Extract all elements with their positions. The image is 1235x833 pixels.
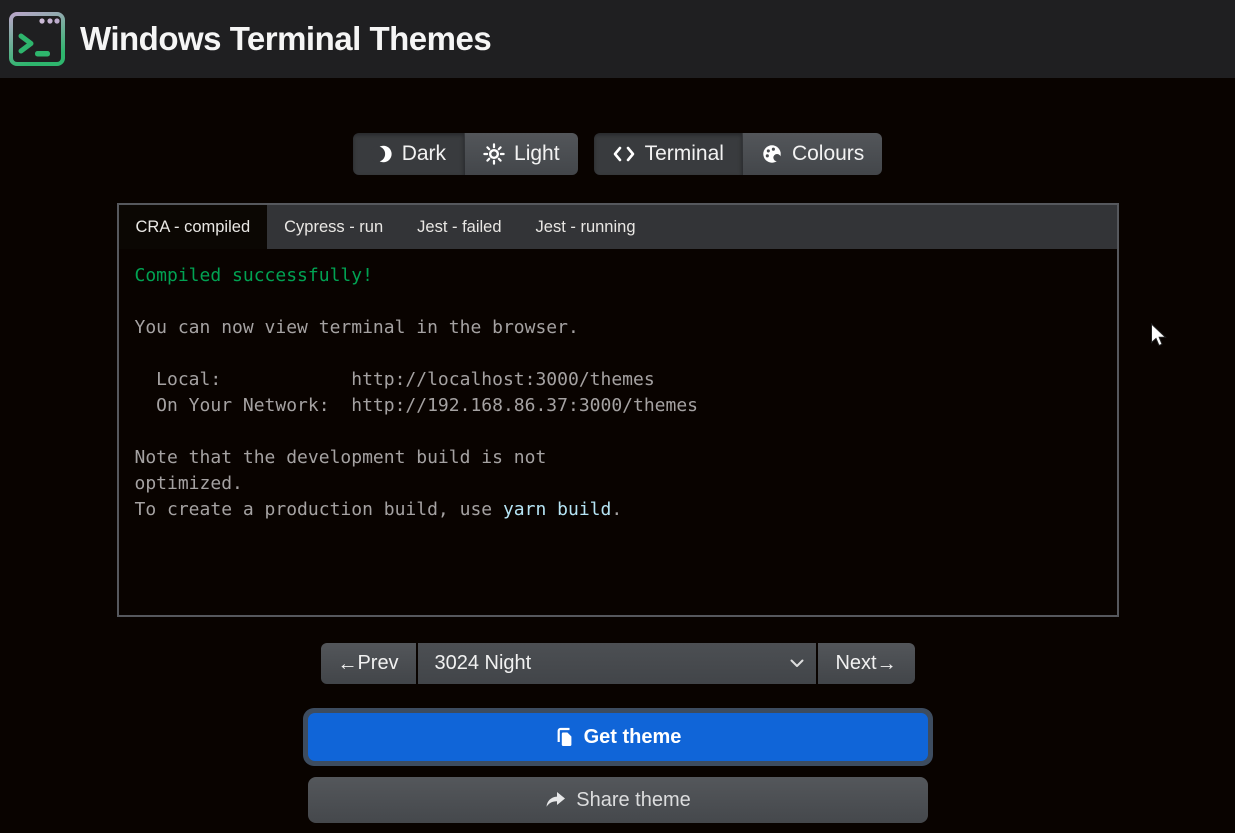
- moon-icon: [371, 143, 393, 165]
- tab-cra-compiled[interactable]: CRA - compiled: [119, 205, 268, 249]
- terminal-output: Compiled successfully! You can now view …: [119, 249, 1117, 615]
- prev-theme-button[interactable]: ←Prev: [321, 643, 416, 684]
- page-title: Windows Terminal Themes: [80, 20, 491, 58]
- code-brackets-icon: [612, 144, 636, 164]
- terminal-line: [135, 419, 1101, 445]
- arrow-right-icon: →: [877, 654, 897, 674]
- sun-icon: [483, 143, 505, 165]
- light-mode-label: Light: [514, 142, 560, 166]
- app-header: Windows Terminal Themes: [0, 0, 1235, 78]
- copy-icon: [554, 726, 574, 748]
- palette-icon: [761, 143, 783, 165]
- terminal-line: Local: http://localhost:3000/themes: [135, 367, 1101, 393]
- colours-view-label: Colours: [792, 142, 864, 166]
- theme-select-value: 3024 Night: [435, 652, 790, 675]
- tab-cypress-run[interactable]: Cypress - run: [267, 205, 400, 249]
- light-mode-button[interactable]: Light: [464, 133, 578, 175]
- terminal-line: [135, 289, 1101, 315]
- terminal-view-label: Terminal: [645, 142, 724, 166]
- next-theme-label: Next: [835, 652, 876, 675]
- tab-jest-running[interactable]: Jest - running: [519, 205, 653, 249]
- view-toggle-group: Terminal Colours: [594, 133, 883, 175]
- share-icon: [544, 790, 566, 810]
- get-theme-button[interactable]: Get theme: [308, 713, 928, 761]
- get-theme-label: Get theme: [584, 726, 682, 749]
- mouse-cursor: [1150, 323, 1168, 349]
- tab-jest-failed[interactable]: Jest - failed: [400, 205, 518, 249]
- terminal-tabs: CRA - compiledCypress - runJest - failed…: [119, 205, 1117, 249]
- theme-select[interactable]: 3024 Night: [418, 643, 816, 684]
- terminal-line: Note that the development build is not: [135, 445, 1101, 471]
- terminal-app-icon: [8, 11, 66, 67]
- share-theme-label: Share theme: [576, 789, 691, 812]
- terminal-line: [135, 341, 1101, 367]
- terminal-view-button[interactable]: Terminal: [594, 133, 742, 175]
- arrow-left-icon: ←: [337, 654, 357, 674]
- share-theme-button[interactable]: Share theme: [308, 777, 928, 823]
- mode-toggle-group: Dark Light: [353, 133, 578, 175]
- dark-mode-label: Dark: [402, 142, 446, 166]
- theme-controls: ←Prev 3024 Night Next→: [321, 643, 915, 684]
- terminal-line: You can now view terminal in the browser…: [135, 315, 1101, 341]
- next-theme-button[interactable]: Next→: [818, 643, 915, 684]
- get-theme-focus-ring: Get theme: [303, 708, 933, 766]
- prev-theme-label: Prev: [357, 652, 398, 675]
- colours-view-button[interactable]: Colours: [742, 133, 882, 175]
- terminal-line: Compiled successfully!: [135, 263, 1101, 289]
- terminal-line: On Your Network: http://192.168.86.37:30…: [135, 393, 1101, 419]
- toggle-row: Dark Light: [0, 133, 1235, 175]
- dark-mode-button[interactable]: Dark: [353, 133, 464, 175]
- terminal-line: optimized.: [135, 471, 1101, 497]
- chevron-down-icon: [790, 659, 804, 668]
- terminal-window: CRA - compiledCypress - runJest - failed…: [117, 203, 1119, 617]
- terminal-line: To create a production build, use yarn b…: [135, 497, 1101, 523]
